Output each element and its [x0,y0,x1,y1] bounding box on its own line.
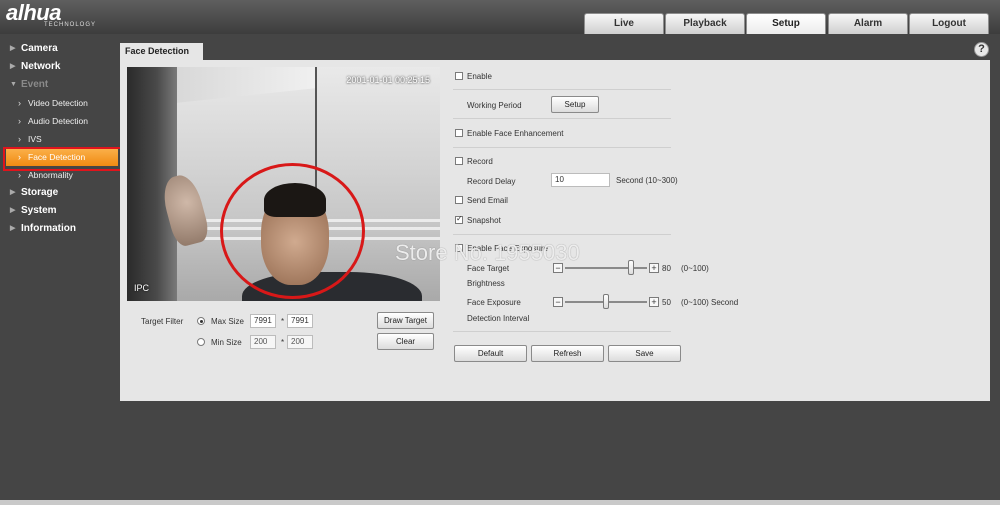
times-sign: * [281,338,285,347]
arrow-right-icon: ▶ [10,63,16,70]
sidebar-item-ivs[interactable]: › IVS [0,130,120,148]
selection-highlight-box [3,147,124,171]
chevron-right-icon: › [18,134,21,144]
face-target-brightness-label-2: Brightness [467,279,505,288]
record-checkbox[interactable] [455,157,463,165]
face-enhancement-checkbox[interactable] [455,129,463,137]
enable-checkbox[interactable] [455,72,463,80]
sidebar-item-event[interactable]: ▼ Event [0,76,120,94]
logo-subtitle: TECHNOLOGY [44,22,97,28]
face-exposure-interval-label-2: Detection Interval [467,314,530,323]
sidebar-item-video-detection[interactable]: › Video Detection [0,94,120,112]
chevron-right-icon: › [18,98,21,108]
record-delay-field[interactable]: 10 [551,173,610,187]
target-filter-label: Target Filter [141,317,184,326]
max-size-label: Max Size [211,317,244,326]
working-period-setup-button[interactable]: Setup [551,96,599,113]
exposure-value: 50 [662,298,671,307]
divider [453,331,671,332]
face-enhancement-label: Enable Face Enhancement [467,129,564,138]
snapshot-checkbox[interactable] [455,214,463,224]
divider [453,234,671,235]
times-sign: * [281,317,285,326]
panel-title-tab: Face Detection [120,43,203,61]
sidebar-item-label: Video Detection [28,98,88,108]
slider-thumb[interactable] [627,260,634,275]
osd-channel-name: IPC [134,283,150,293]
osd-timestamp: 2001-01-01 00:25:15 [346,75,430,85]
sidebar-item-label: Storage [21,187,59,198]
refresh-button[interactable]: Refresh [531,345,604,362]
sidebar-item-network[interactable]: ▶ Network [0,58,120,76]
bottom-scrollbar [0,500,1000,505]
arrow-right-icon: ▶ [10,189,16,196]
default-button[interactable]: Default [454,345,527,362]
brightness-value: 80 [662,264,671,273]
face-detection-panel: 2001-01-01 00:25:15 IPC Target Filter Ma… [120,60,990,401]
tab-setup[interactable]: Setup [746,13,826,34]
arrow-right-icon: ▶ [10,45,16,52]
max-size-height-field[interactable]: 7991 [287,314,313,328]
divider [453,89,671,90]
draw-target-button[interactable]: Draw Target [377,312,434,329]
tab-live[interactable]: Live [584,13,664,34]
sidebar-item-camera[interactable]: ▶ Camera [0,40,120,58]
sidebar-menu: ▶ Camera ▶ Network ▼ Event › Video Detec… [0,40,120,238]
sidebar-item-information[interactable]: ▶ Information [0,220,120,238]
sidebar-item-label: Information [21,223,76,234]
save-button[interactable]: Save [608,345,681,362]
working-period-label: Working Period [467,101,522,110]
tab-playback[interactable]: Playback [665,13,745,34]
chevron-right-icon: › [18,116,21,126]
plus-icon[interactable]: + [649,263,659,273]
min-size-width-field[interactable]: 200 [250,335,276,349]
divider [453,147,671,148]
arrow-down-icon: ▼ [10,81,17,88]
arrow-right-icon: ▶ [10,225,16,232]
slider-track [565,267,647,269]
video-preview[interactable]: 2001-01-01 00:25:15 IPC [127,67,440,301]
sidebar-item-system[interactable]: ▶ System [0,202,120,220]
face-exposure-interval-label: Face Exposure [467,298,521,307]
sidebar-item-label: System [21,205,57,216]
sidebar-item-label: Network [21,61,61,72]
slider-thumb[interactable] [603,294,609,309]
max-size-radio[interactable] [197,317,205,325]
sidebar-item-label: Camera [21,43,58,54]
min-size-label: Min Size [211,338,242,347]
snapshot-label: Snapshot [467,216,501,225]
record-delay-unit: Second (10~300) [616,176,678,185]
send-email-label: Send Email [467,196,508,205]
plus-icon[interactable]: + [649,297,659,307]
tab-alarm[interactable]: Alarm [828,13,908,34]
brand-logo: alhua TECHNOLOGY [6,1,97,29]
minus-icon[interactable]: − [553,297,563,307]
exposure-range: (0~100) Second [681,298,739,307]
sidebar-item-label: Audio Detection [28,116,89,126]
sidebar-item-storage[interactable]: ▶ Storage [0,184,120,202]
store-watermark: Store No. 1955030 [395,240,580,265]
sidebar-item-label: Abnormality [28,170,73,180]
enable-label: Enable [467,72,492,81]
face-detection-ring [220,163,365,299]
clear-button[interactable]: Clear [377,333,434,350]
brightness-range: (0~100) [681,264,709,273]
help-icon[interactable]: ? [974,42,989,57]
sidebar-item-audio-detection[interactable]: › Audio Detection [0,112,120,130]
exposure-interval-slider[interactable]: − + [553,294,659,309]
top-bar: alhua TECHNOLOGY Live Playback Setup Ala… [0,0,1000,34]
min-size-radio[interactable] [197,338,205,346]
record-label: Record [467,157,493,166]
tab-logout[interactable]: Logout [909,13,989,34]
min-size-height-field[interactable]: 200 [287,335,313,349]
sidebar-item-label: Event [21,79,49,90]
max-size-width-field[interactable]: 7991 [250,314,276,328]
divider [453,118,671,119]
sidebar-item-label: IVS [28,134,42,144]
send-email-checkbox[interactable] [455,196,463,204]
record-delay-label: Record Delay [467,177,516,186]
arrow-right-icon: ▶ [10,207,16,214]
